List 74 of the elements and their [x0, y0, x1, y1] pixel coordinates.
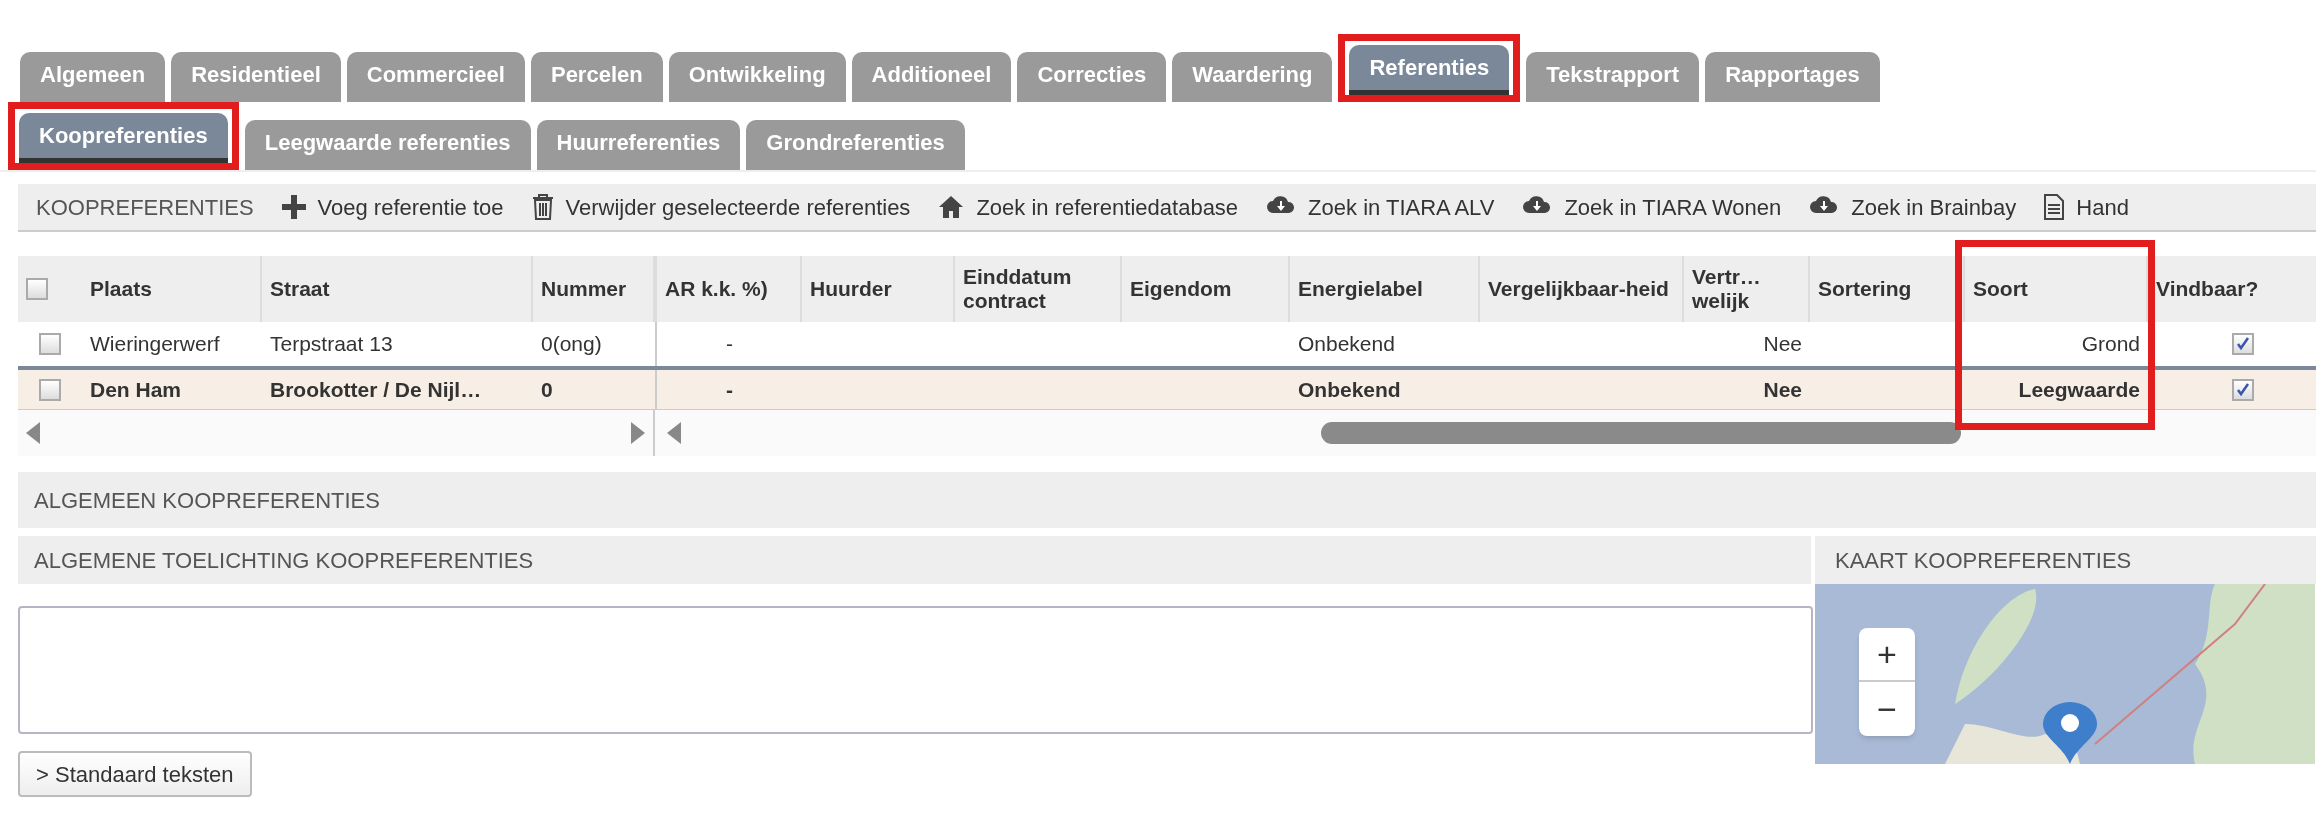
trash-icon: [531, 194, 554, 220]
column-header: Energielabel: [1298, 277, 1423, 301]
map-pin-icon: [2043, 702, 2097, 764]
checkbox[interactable]: [2232, 333, 2254, 355]
tab[interactable]: Referenties: [1349, 45, 1510, 95]
plus-icon: [281, 195, 306, 219]
table-cell: 0(ong): [541, 332, 602, 356]
section-title: ALGEMENE TOELICHTING KOOPREFERENTIES: [34, 546, 534, 575]
toolbar-button[interactable]: Verwijder geselecteerde referenties: [531, 190, 911, 224]
tab[interactable]: Rapportages: [1705, 52, 1880, 102]
tab[interactable]: Koopreferenties: [19, 113, 228, 163]
toolbar-button[interactable]: Zoek in TIARA Wonen: [1522, 190, 1782, 224]
table-cell: Nee: [1763, 377, 1802, 401]
toolbar-title: KOOPREFERENTIES: [36, 193, 254, 222]
checkbox[interactable]: [26, 278, 48, 300]
tab[interactable]: Huurreferenties: [536, 120, 741, 170]
column-header: Vindbaar?: [2156, 277, 2259, 301]
horizontal-scrollbar[interactable]: [1321, 422, 1961, 444]
table-cell-text: -: [726, 331, 733, 358]
checkbox[interactable]: [2232, 378, 2254, 401]
zoom-out-button[interactable]: −: [1859, 682, 1915, 736]
table-cell: Terpstraat 13: [270, 332, 393, 356]
tab[interactable]: Percelen: [530, 52, 663, 102]
table-row[interactable]: Den Ham Brookotter / De Nijl… 0 - Onbekend Nee Leegwaarde: [18, 366, 2316, 410]
column-header: Plaats: [90, 277, 152, 301]
toolbar-button[interactable]: Zoek in Brainbay: [1809, 190, 2017, 224]
table-cell: 0: [541, 377, 553, 401]
toolbar-button[interactable]: Hand: [2044, 190, 2129, 224]
scroll-left-icon[interactable]: [667, 422, 681, 444]
document-icon: [2044, 194, 2065, 220]
column-header: Vertr… welijk: [1692, 265, 1762, 313]
tab[interactable]: Commercieel: [346, 52, 525, 102]
section-title: ALGEMEEN KOOPREFERENTIES: [34, 486, 380, 515]
tab[interactable]: Ontwikkeling: [668, 52, 846, 102]
column-header: Nummer: [541, 277, 627, 301]
table-cell: Nee: [1763, 332, 1802, 356]
column-header: Eigendom: [1130, 277, 1232, 301]
tab[interactable]: Correcties: [1017, 52, 1167, 102]
zoom-in-button[interactable]: +: [1859, 628, 1915, 682]
toolbar-button[interactable]: Zoek in referentiedatabase: [938, 190, 1239, 224]
check-icon: [2236, 382, 2250, 397]
toolbar-button[interactable]: Voeg referentie toe: [281, 190, 504, 224]
column-header: Soort: [1973, 277, 2028, 301]
column-header: Straat: [270, 277, 330, 301]
table-cell: Onbekend: [1298, 377, 1401, 401]
table-cell: Onbekend: [1298, 332, 1395, 356]
table-cell: Wieringerwerf: [90, 332, 220, 356]
column-header: AR k.k. %): [665, 277, 768, 301]
tab[interactable]: Additioneel: [851, 52, 1012, 102]
tab[interactable]: Leegwaarde referenties: [244, 120, 531, 170]
standard-texts-button[interactable]: > Standaard teksten: [18, 751, 252, 797]
column-header: Sortering: [1818, 277, 1912, 301]
table-cell-text: -: [726, 376, 733, 403]
tab[interactable]: Tekstrapport: [1526, 52, 1700, 102]
table-cell: Leegwaarde: [2018, 377, 2140, 401]
checkbox[interactable]: [39, 378, 61, 401]
explanation-field[interactable]: [18, 606, 1813, 734]
table-cell: Den Ham: [90, 377, 182, 401]
column-header: Vergelijkbaar-heid: [1488, 277, 1669, 301]
tab[interactable]: Residentieel: [171, 52, 341, 102]
home-icon: [938, 195, 965, 219]
tab[interactable]: Algemeen: [20, 52, 166, 102]
tab[interactable]: Waardering: [1172, 52, 1333, 102]
scroll-right-icon[interactable]: [631, 422, 645, 444]
check-icon: [2236, 337, 2250, 351]
section-title: KAART KOOPREFERENTIES: [1835, 546, 2132, 575]
column-header: Huurder: [810, 277, 892, 301]
tab[interactable]: Grondreferenties: [746, 120, 965, 170]
column-header: Einddatum contract: [963, 265, 1073, 313]
scroll-left-icon[interactable]: [26, 422, 40, 444]
table-cell: Brookotter / De Nijl…: [270, 377, 482, 401]
checkbox[interactable]: [39, 333, 61, 355]
toolbar-button[interactable]: Zoek in TIARA ALV: [1266, 190, 1495, 224]
table-cell: Grond: [2081, 332, 2140, 356]
